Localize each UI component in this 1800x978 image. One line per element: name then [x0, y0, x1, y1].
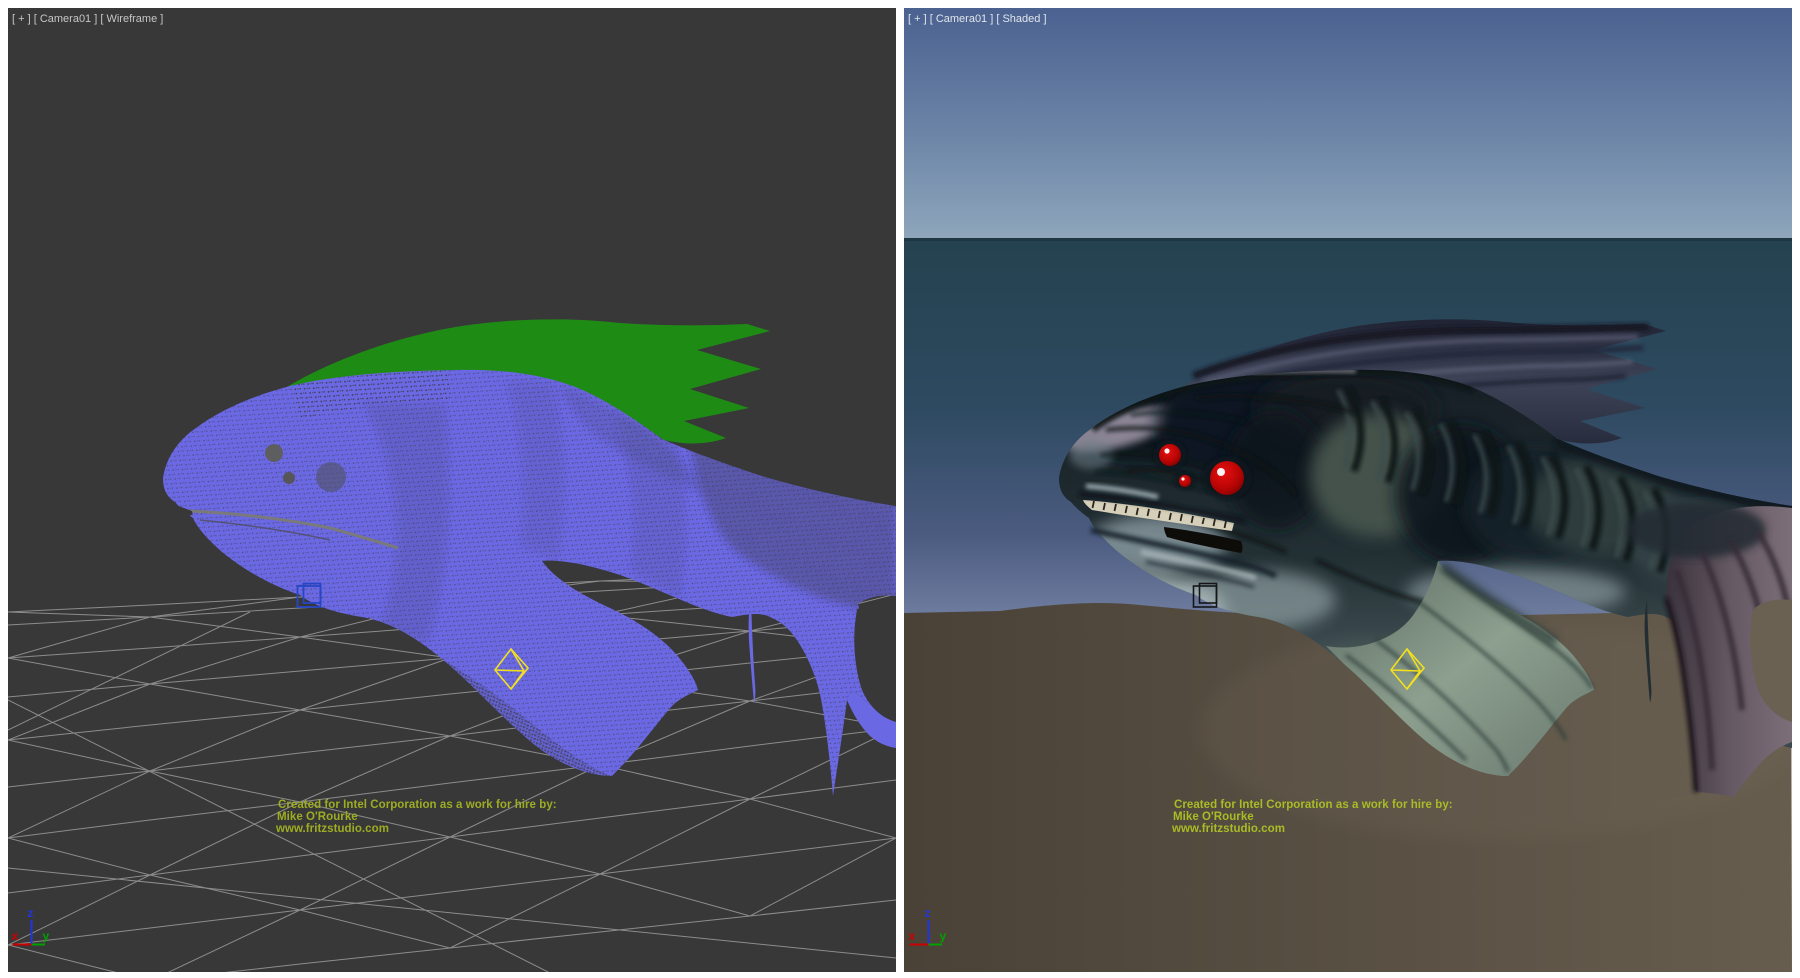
svg-text:z: z: [925, 906, 931, 920]
svg-text:y: y: [43, 929, 50, 943]
svg-text:www.fritzstudio.com: www.fritzstudio.com: [1171, 823, 1285, 835]
svg-text:www.fritzstudio.com: www.fritzstudio.com: [275, 823, 389, 835]
svg-text:[ + ] [ Camera01 ] [ Wireframe: [ + ] [ Camera01 ] [ Wireframe ]: [12, 13, 163, 25]
svg-text:[ + ] [ Camera01 ] [ Shaded ]: [ + ] [ Camera01 ] [ Shaded ]: [908, 13, 1047, 25]
svg-text:y: y: [940, 929, 947, 943]
svg-text:Mike O'Rourke: Mike O'Rourke: [277, 811, 358, 823]
svg-text:x: x: [12, 929, 19, 943]
svg-text:z: z: [28, 906, 34, 920]
svg-text:Created for Intel Corporation: Created for Intel Corporation as a work …: [278, 799, 557, 811]
svg-text:Mike O'Rourke: Mike O'Rourke: [1173, 811, 1254, 823]
svg-text:Created for Intel Corporation: Created for Intel Corporation as a work …: [1174, 799, 1453, 811]
svg-text:x: x: [909, 929, 916, 943]
